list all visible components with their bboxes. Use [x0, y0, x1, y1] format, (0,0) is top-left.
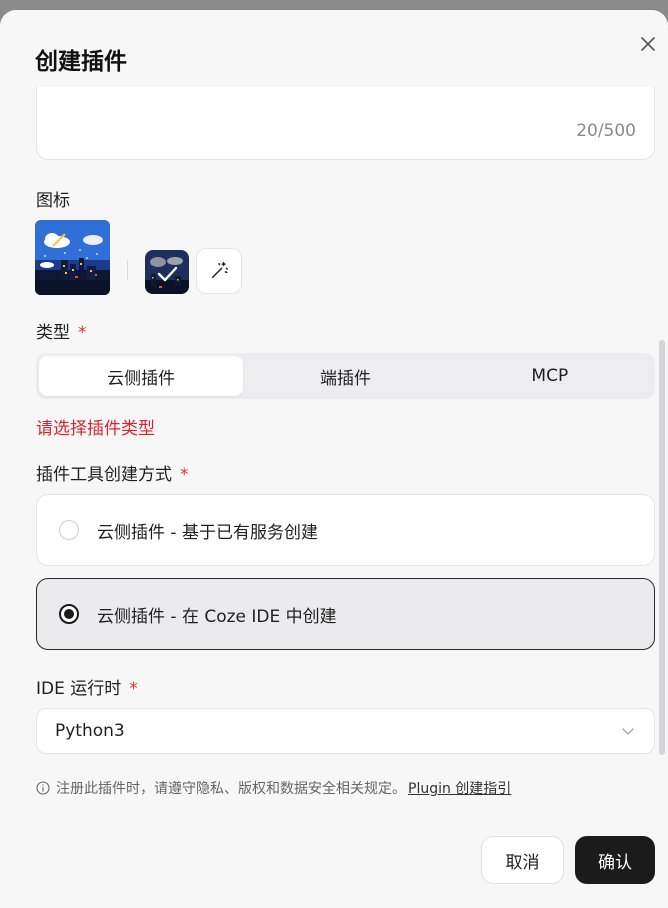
- creation-method-label: 插件工具创建方式 *: [36, 465, 189, 485]
- icon-divider: [127, 260, 128, 280]
- compliance-notice: 注册此插件时，请遵守隐私、版权和数据安全相关规定。 Plugin 创建指引: [36, 778, 511, 798]
- runtime-selected-value: Python3: [55, 721, 125, 741]
- method-option-existing-service[interactable]: 云侧插件 - 基于已有服务创建: [36, 494, 655, 566]
- icon-label: 图标: [36, 191, 70, 211]
- dialog-title: 创建插件: [35, 49, 127, 75]
- char-counter: 20/500: [576, 121, 636, 141]
- magic-wand-icon: [211, 262, 228, 279]
- confirm-button[interactable]: 确认: [575, 836, 655, 884]
- generate-icon-button[interactable]: [196, 248, 242, 294]
- city-night-weather-icon[interactable]: [35, 220, 110, 295]
- info-icon: [36, 781, 50, 795]
- type-label: 类型 *: [36, 323, 87, 343]
- close-icon[interactable]: [636, 32, 660, 56]
- tab-mcp[interactable]: MCP: [448, 356, 652, 396]
- plugin-type-tabs: 云侧插件 端插件 MCP: [36, 353, 655, 399]
- cancel-button[interactable]: 取消: [481, 836, 564, 884]
- runtime-label: IDE 运行时 *: [36, 679, 138, 699]
- type-error-message: 请选择插件类型: [36, 419, 155, 439]
- scrollbar[interactable]: [659, 340, 665, 755]
- chevron-down-icon: [622, 728, 634, 735]
- tab-device-plugin[interactable]: 端插件: [243, 356, 447, 396]
- runtime-select[interactable]: Python3: [36, 708, 655, 754]
- method-option-coze-ide[interactable]: 云侧插件 - 在 Coze IDE 中创建: [36, 578, 655, 650]
- city-night-check-icon[interactable]: [145, 250, 189, 294]
- description-textarea[interactable]: 20/500: [36, 87, 655, 160]
- tab-cloud-plugin[interactable]: 云侧插件: [39, 356, 244, 396]
- plugin-guide-link[interactable]: Plugin 创建指引: [408, 778, 511, 798]
- radio-checked[interactable]: [59, 604, 79, 624]
- create-plugin-dialog: 创建插件 20/500 图标 类型 * 云侧插件 端插件 MCP 请选择插件类型…: [0, 10, 668, 908]
- radio-unchecked[interactable]: [59, 520, 79, 540]
